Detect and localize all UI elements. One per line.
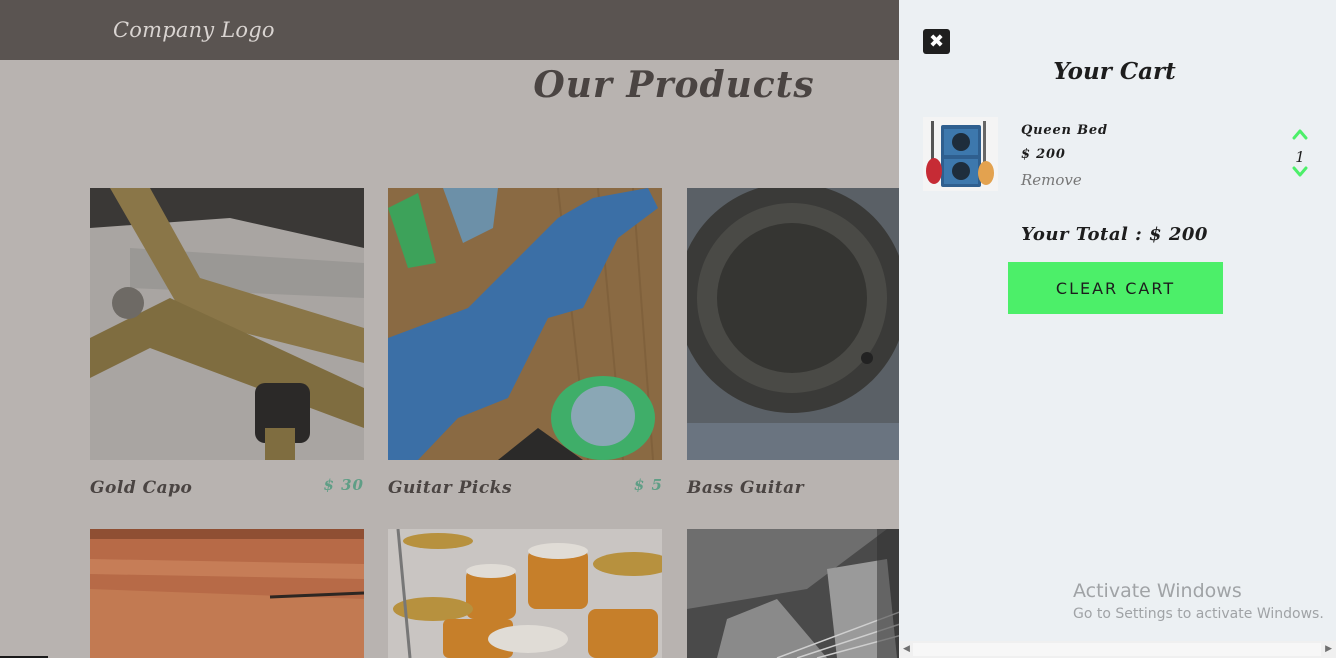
- product-name: Gold Capo: [90, 478, 193, 498]
- cart-title: Your Cart: [1053, 58, 1176, 85]
- product-image[interactable]: [388, 188, 662, 460]
- cart-panel: ✖ Your Cart Queen Bed $ 200 Remove 1 You…: [899, 0, 1336, 658]
- product-card: Guitar Picks $ 5: [388, 188, 663, 498]
- scroll-right-icon[interactable]: ▶: [1325, 643, 1332, 656]
- scrollbar-thumb[interactable]: [913, 643, 1321, 656]
- item-quantity: 1: [1295, 148, 1305, 166]
- cart-total: Your Total : $ 200: [1021, 224, 1208, 245]
- cart-item: Queen Bed $ 200 Remove 1: [923, 117, 1313, 193]
- cart-item-name: Queen Bed: [1021, 123, 1108, 138]
- scroll-left-icon[interactable]: ◀: [903, 643, 910, 656]
- product-image[interactable]: [388, 529, 662, 658]
- product-card: [90, 529, 364, 658]
- cart-item-price: $ 200: [1021, 147, 1066, 162]
- product-price: $ 5: [633, 476, 663, 494]
- watermark-title: Activate Windows: [1073, 580, 1242, 602]
- activate-windows-watermark: Activate Windows Go to Settings to activ…: [1073, 579, 1324, 625]
- chevron-up-icon[interactable]: [1292, 127, 1308, 141]
- clear-cart-button[interactable]: CLEAR CART: [1008, 262, 1223, 314]
- horizontal-scrollbar[interactable]: ◀ ▶: [899, 641, 1336, 658]
- product-name: Guitar Picks: [388, 478, 513, 498]
- watermark-subtitle: Go to Settings to activate Windows.: [1073, 606, 1324, 622]
- company-logo[interactable]: Company Logo: [113, 18, 275, 42]
- cart-item-image: [923, 117, 998, 191]
- product-image[interactable]: [90, 188, 364, 460]
- close-icon[interactable]: ✖: [923, 29, 950, 54]
- product-image[interactable]: [90, 529, 364, 658]
- product-card: [388, 529, 663, 658]
- chevron-down-icon[interactable]: [1292, 165, 1308, 179]
- remove-item-button[interactable]: Remove: [1021, 171, 1082, 189]
- product-price: $ 30: [323, 476, 364, 494]
- product-name: Bass Guitar: [687, 478, 805, 498]
- product-card: Gold Capo $ 30: [90, 188, 364, 498]
